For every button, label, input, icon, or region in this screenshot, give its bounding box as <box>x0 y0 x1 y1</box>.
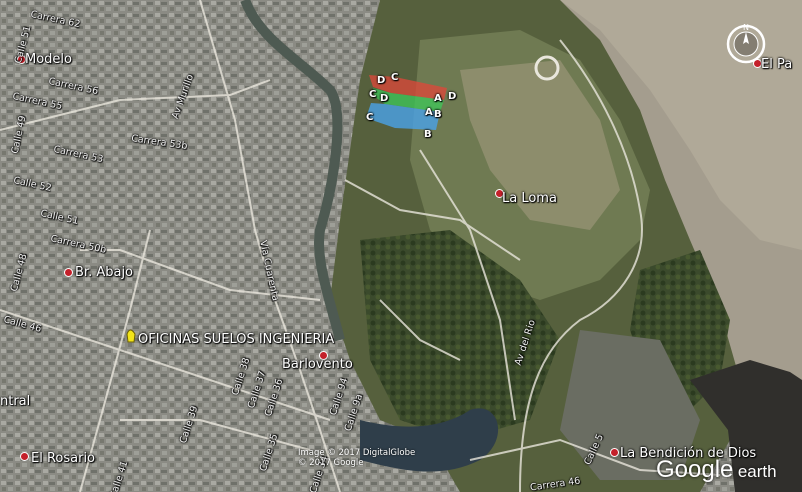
polygon-vertex-label: D <box>377 75 386 86</box>
copyright-line: © 2017 Google <box>298 457 364 468</box>
imagery-copyright: Image © 2017 DigitalGlobe © 2017 Google <box>298 448 415 469</box>
place-label[interactable]: Barlovento <box>282 358 353 371</box>
place-label[interactable]: Br. Abajo <box>75 266 133 279</box>
polygon-vertex-label: C <box>369 89 377 100</box>
place-label[interactable]: ntral <box>0 395 30 408</box>
map-imagery <box>0 0 802 492</box>
place-label[interactable]: La Loma <box>502 192 557 205</box>
polygon-vertex-label: A <box>434 93 442 104</box>
compass-icon[interactable]: N <box>722 20 770 68</box>
polygon-vertex-label: B <box>434 109 442 120</box>
place-label[interactable]: Modelo <box>25 53 72 66</box>
polygon-vertex-label: D <box>380 93 389 104</box>
logo-text: Google <box>656 456 734 483</box>
polygon-vertex-label: C <box>391 72 399 83</box>
polygon-vertex-label: D <box>448 91 457 102</box>
google-earth-logo: Google earth <box>656 456 777 484</box>
polygon-vertex-label: C <box>366 112 374 123</box>
satellite-map[interactable]: Modelo Br. Abajo Barlovento La Loma El R… <box>0 0 802 492</box>
place-pin[interactable] <box>610 448 619 457</box>
office-label[interactable]: OFICINAS SUELOS INGENIERIA <box>138 333 334 346</box>
compass-north-label: N <box>743 23 749 32</box>
logo-text: earth <box>737 462 777 481</box>
polygon-vertex-label: B <box>424 129 432 140</box>
place-pin[interactable] <box>20 452 29 461</box>
place-label[interactable]: El Rosario <box>31 452 95 465</box>
place-pin[interactable] <box>64 268 73 277</box>
polygon-vertex-label: A <box>425 107 433 118</box>
